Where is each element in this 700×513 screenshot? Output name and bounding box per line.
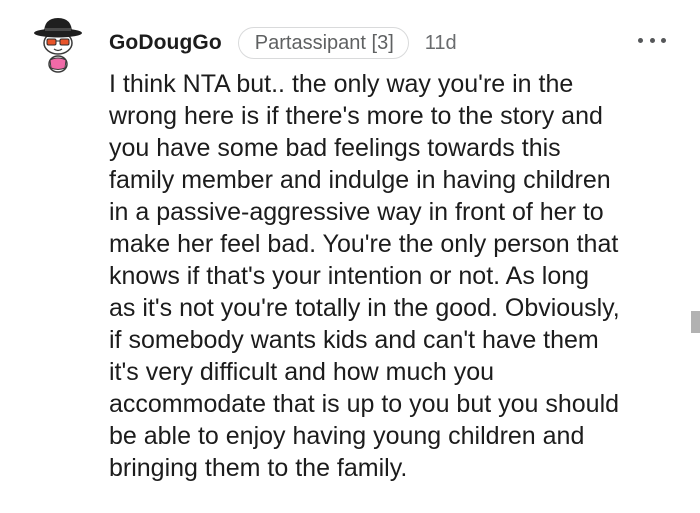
scrollbar-thumb[interactable]	[691, 311, 700, 333]
comment-body-line: you have some bad feelings towards this	[109, 134, 561, 162]
user-flair-badge: Partassipant [3]	[237, 27, 409, 59]
comment-age: 11d	[424, 31, 457, 54]
comment-body-line: as it's not you're totally in the good. …	[109, 294, 620, 322]
username-link[interactable]: GoDougGo	[109, 31, 222, 55]
snoo-avatar-icon	[34, 18, 82, 73]
comment-body-line: it's very difficult and how much you	[109, 358, 495, 386]
user-avatar[interactable]	[30, 12, 86, 74]
comment-body-line: wrong here is if there's more to the sto…	[109, 102, 603, 130]
comment-meta: GoDougGo Partassipant [3] 11d	[109, 24, 457, 62]
ellipsis-horizontal-icon	[661, 37, 666, 43]
comment-body-line: accommodate that is up to you but you sh…	[109, 390, 620, 418]
comment-body-line: in a passive-aggressive way in front of …	[109, 198, 604, 226]
more-options-button[interactable]	[638, 33, 666, 47]
comment-body-line: family member and indulge in having chil…	[109, 166, 611, 194]
comment-body-line: be able to enjoy having young children a…	[109, 422, 585, 450]
ellipsis-horizontal-icon	[638, 37, 643, 43]
comment-body-line: knows if that's your intention or not. A…	[109, 262, 590, 290]
comment-body: I think NTA but.. the only way you're in…	[109, 68, 681, 484]
ellipsis-horizontal-icon	[649, 37, 655, 43]
comment-body-line: make her feel bad. You're the only perso…	[109, 230, 619, 258]
comment-body-line: bringing them to the family.	[109, 454, 408, 482]
comment-body-line: I think NTA but.. the only way you're in…	[109, 70, 574, 98]
comment-body-line: if somebody wants kids and can't have th…	[109, 326, 599, 354]
comment: GoDougGo Partassipant [3] 11d I think NT…	[0, 0, 700, 513]
